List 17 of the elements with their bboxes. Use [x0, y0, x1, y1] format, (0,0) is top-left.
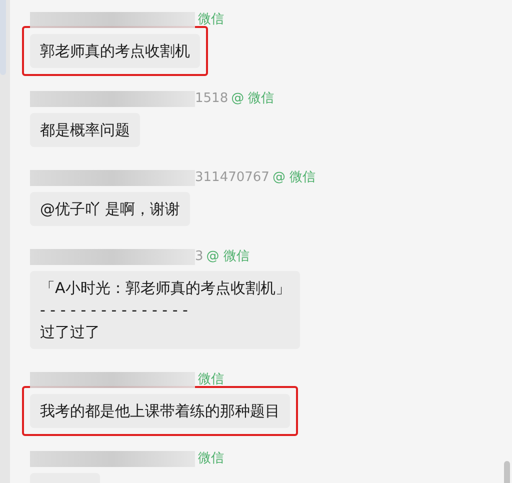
message-text: 过了过了	[40, 322, 101, 343]
source-label: 微信	[198, 451, 224, 467]
source-label: @ 微信	[231, 91, 274, 107]
source-label: @ 微信	[206, 249, 250, 265]
source-label: @ 微信	[272, 170, 316, 186]
separator-text: - - - - - - - - - - - - - - -	[40, 300, 189, 321]
message-bubble: 郭老师真的考点收割机	[30, 34, 200, 68]
quoted-text: 「A小时光：郭老师真的考点收割机」	[40, 278, 290, 299]
sender-name: 3	[195, 249, 204, 265]
message-bubble: 我考的都是他上课带着练的那种题目	[30, 394, 290, 428]
message-bubble: 都是概率问题	[30, 113, 140, 147]
source-label: 微信	[198, 12, 224, 28]
message-bubble: @优子吖 是啊，谢谢	[30, 192, 190, 226]
sender-name: 1518	[195, 91, 228, 107]
sender-name: 311470767	[195, 170, 270, 186]
source-label: 微信	[198, 372, 224, 388]
scrollbar[interactable]	[504, 461, 510, 483]
